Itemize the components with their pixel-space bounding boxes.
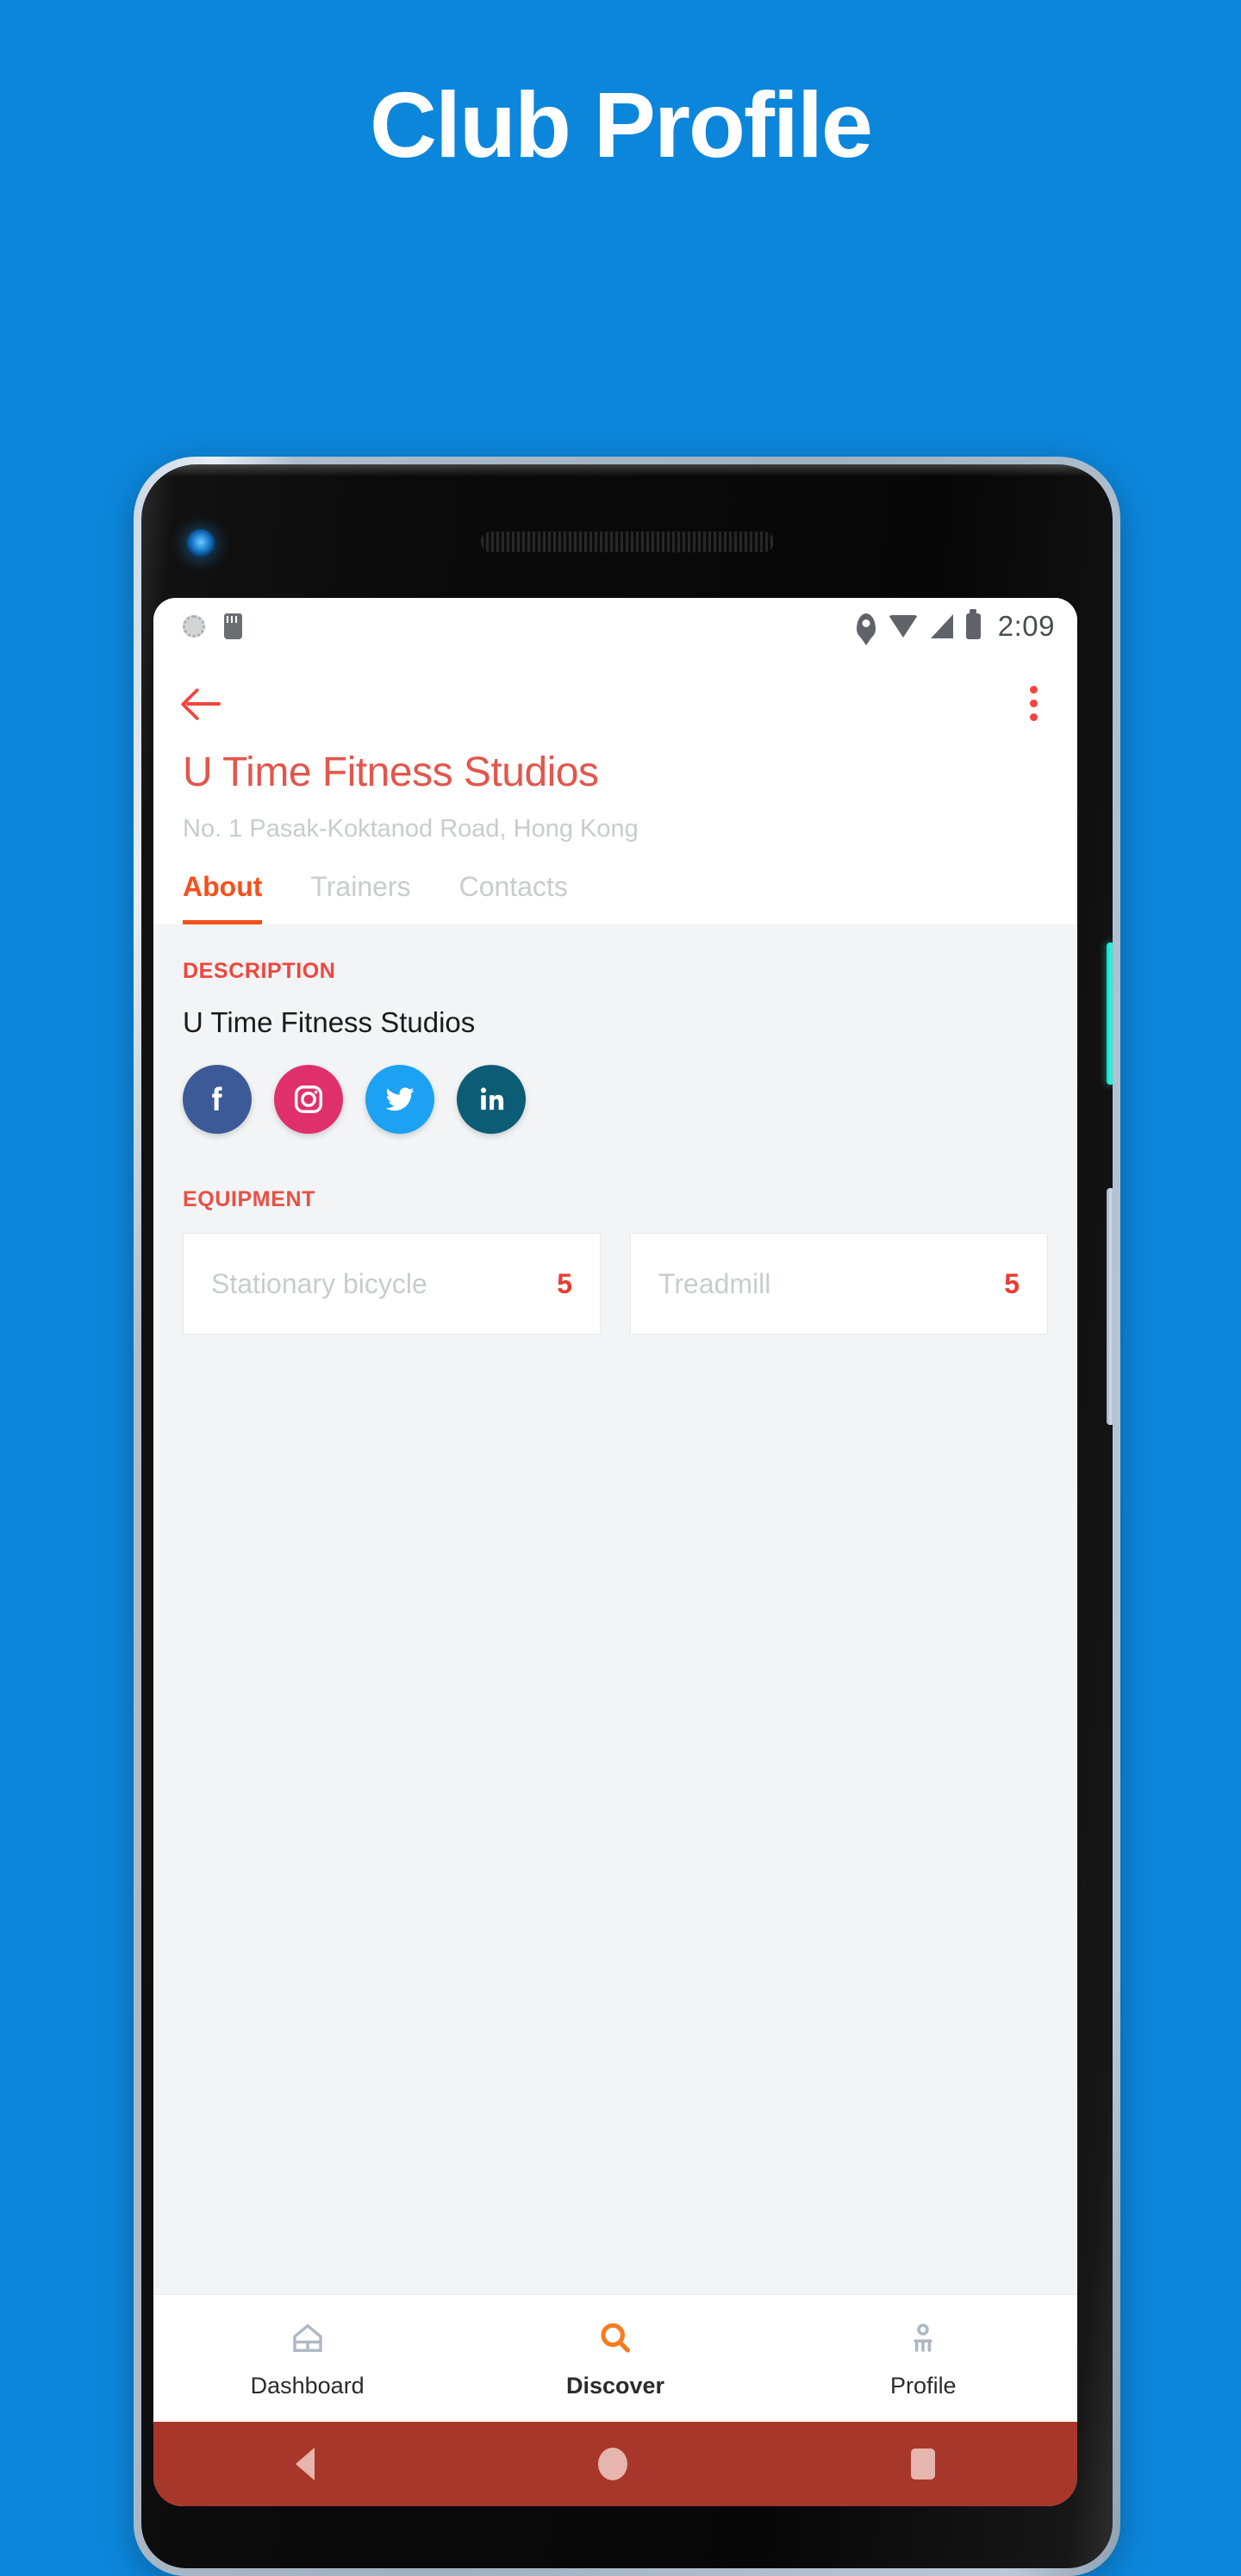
system-navigation-bar <box>153 2422 1077 2506</box>
bezel-highlight <box>141 464 1113 476</box>
status-bar-left <box>183 613 242 639</box>
status-bar-clock: 2:09 <box>997 609 1055 642</box>
facebook-icon <box>212 1086 222 1111</box>
club-name: U Time Fitness Studios <box>183 750 599 795</box>
club-address: No. 1 Pasak-Koktanod Road, Hong Kong <box>183 815 639 843</box>
equipment-name: Treadmill <box>658 1267 771 1299</box>
equipment-section-label: EQUIPMENT <box>183 1187 316 1211</box>
equipment-name: Stationary bicycle <box>211 1267 427 1299</box>
home-icon <box>292 2324 322 2352</box>
bottom-navigation: Dashboard Discover Profile <box>153 2294 1077 2422</box>
battery-icon <box>965 613 981 639</box>
front-camera-icon <box>186 529 215 558</box>
nav-item-profile[interactable]: Profile <box>770 2318 1077 2399</box>
twitter-link[interactable] <box>365 1065 434 1134</box>
equipment-count: 5 <box>557 1267 572 1299</box>
recents-square-icon[interactable] <box>911 2448 936 2480</box>
page-title: Club Profile <box>369 72 873 177</box>
twitter-icon <box>385 1087 415 1111</box>
app-bar: U Time Fitness Studios No. 1 Pasak-Kokta… <box>153 654 1077 924</box>
overflow-menu-icon[interactable] <box>1019 681 1048 725</box>
instagram-icon <box>294 1085 323 1114</box>
overflow-dot <box>1029 685 1038 694</box>
status-bar: 2:09 <box>153 598 1077 654</box>
home-circle-icon[interactable] <box>597 2448 627 2480</box>
sd-card-icon <box>224 613 242 639</box>
nav-item-dashboard[interactable]: Dashboard <box>153 2318 461 2399</box>
earpiece-speaker <box>480 532 774 552</box>
description-section-label: DESCRIPTION <box>183 959 336 983</box>
tab-bar: About Trainers Contacts <box>183 871 1048 924</box>
back-triangle-icon[interactable] <box>295 2448 315 2480</box>
nav-label-dashboard: Dashboard <box>250 2373 365 2399</box>
facebook-link[interactable] <box>183 1065 252 1134</box>
person-icon <box>914 2324 932 2352</box>
nav-item-discover[interactable]: Discover <box>461 2318 769 2399</box>
status-bar-right: 2:09 <box>856 609 1055 643</box>
phone-mockup: 2:09 U Time Fitness Studios No. 1 Pasak-… <box>134 457 1120 2576</box>
phone-screen: 2:09 U Time Fitness Studios No. 1 Pasak-… <box>153 598 1077 2506</box>
tab-contacts[interactable]: Contacts <box>459 871 568 924</box>
nav-label-profile: Profile <box>890 2373 957 2399</box>
instagram-link[interactable] <box>274 1065 343 1134</box>
overflow-dot <box>1029 712 1038 721</box>
power-button[interactable] <box>1107 943 1113 1085</box>
description-text: U Time Fitness Studios <box>183 1006 476 1038</box>
signal-icon <box>930 613 953 638</box>
equipment-card[interactable]: Treadmill 5 <box>630 1233 1048 1335</box>
app-bar-row <box>183 673 1048 733</box>
wifi-icon <box>888 614 918 638</box>
equipment-list: Stationary bicycle 5 Treadmill 5 <box>183 1233 1048 1335</box>
location-pin-icon <box>856 613 876 639</box>
tab-trainers[interactable]: Trainers <box>310 871 410 924</box>
tab-content-about: DESCRIPTION U Time Fitness Studios EQUIP… <box>153 924 1077 2294</box>
rotation-icon <box>183 614 205 638</box>
tab-about[interactable]: About <box>183 871 263 924</box>
overflow-dot <box>1029 699 1038 707</box>
social-links <box>183 1065 1048 1134</box>
linkedin-icon <box>480 1087 504 1111</box>
equipment-count: 5 <box>1004 1267 1020 1299</box>
linkedin-link[interactable] <box>457 1065 526 1134</box>
phone-body: 2:09 U Time Fitness Studios No. 1 Pasak-… <box>141 464 1113 2568</box>
volume-rocker-button[interactable] <box>1107 1188 1113 1425</box>
back-arrow-icon[interactable] <box>183 681 226 725</box>
nav-label-discover: Discover <box>565 2373 665 2399</box>
equipment-card[interactable]: Stationary bicycle 5 <box>183 1233 601 1335</box>
search-icon <box>601 2323 630 2353</box>
